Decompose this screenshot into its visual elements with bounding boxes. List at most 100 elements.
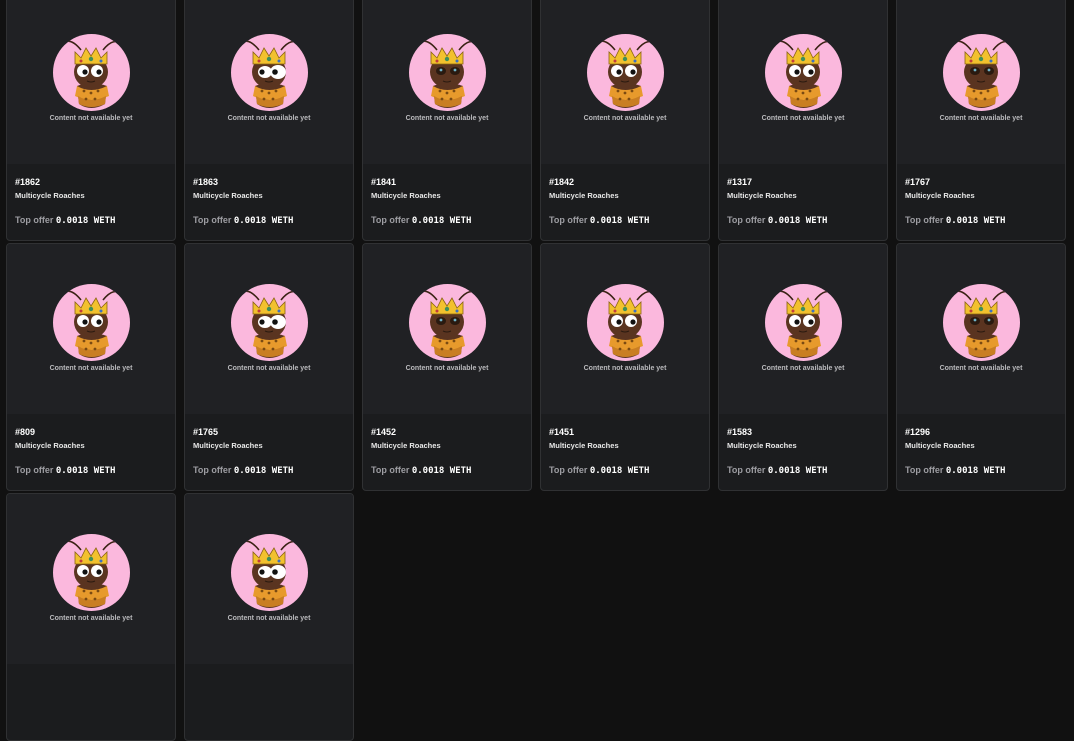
top-offer-price: 0.0018 WETH — [233, 466, 294, 476]
top-offer-label: Top offer — [15, 215, 54, 225]
nft-info — [185, 664, 353, 677]
content-unavailable-text: Content not available yet — [49, 365, 133, 372]
top-offer-label: Top offer — [727, 465, 766, 475]
nft-media[interactable]: Content not available yet — [7, 244, 175, 414]
collection-name: Multicycle Roaches — [549, 191, 619, 200]
top-offer: Top offer 0.0018 WETH — [15, 464, 167, 477]
nft-card[interactable]: Content not available yet #1862 Multicyc… — [6, 0, 176, 241]
top-offer: Top offer 0.0018 WETH — [727, 214, 879, 227]
roach-king-avatar-icon — [587, 284, 664, 361]
content-unavailable-text: Content not available yet — [405, 115, 489, 122]
nft-media[interactable]: Content not available yet — [897, 0, 1065, 164]
top-offer: Top offer 0.0018 WETH — [371, 214, 523, 227]
top-offer: Top offer 0.0018 WETH — [193, 464, 345, 477]
top-offer: Top offer 0.0018 WETH — [193, 214, 345, 227]
nft-media[interactable]: Content not available yet — [363, 0, 531, 164]
roach-king-avatar-icon — [231, 284, 308, 361]
roach-king-avatar-icon — [53, 34, 130, 111]
token-id: #1765 — [193, 427, 219, 437]
top-offer-price: 0.0018 WETH — [589, 216, 650, 226]
content-unavailable-text: Content not available yet — [227, 365, 311, 372]
nft-info: #1841 Multicycle Roaches Top offer 0.001… — [363, 164, 531, 227]
nft-card[interactable]: Content not available yet #1842 Multicyc… — [540, 0, 710, 241]
token-id: #1583 — [727, 427, 753, 437]
nft-info: #1583 Multicycle Roaches Top offer 0.001… — [719, 414, 887, 477]
nft-media[interactable]: Content not available yet — [541, 244, 709, 414]
top-offer-price: 0.0018 WETH — [589, 466, 650, 476]
content-unavailable-text: Content not available yet — [761, 365, 845, 372]
top-offer-label: Top offer — [371, 465, 410, 475]
content-unavailable-text: Content not available yet — [939, 115, 1023, 122]
nft-card[interactable]: Content not available yet #1583 Multicyc… — [718, 243, 888, 491]
top-offer-price: 0.0018 WETH — [411, 466, 472, 476]
top-offer: Top offer 0.0018 WETH — [371, 464, 523, 477]
content-unavailable-text: Content not available yet — [405, 365, 489, 372]
top-offer-label: Top offer — [15, 465, 54, 475]
top-offer: Top offer 0.0018 WETH — [549, 464, 701, 477]
top-offer-label: Top offer — [193, 215, 232, 225]
nft-card[interactable]: Content not available yet — [6, 493, 176, 741]
roach-king-avatar-icon — [409, 34, 486, 111]
nft-card[interactable]: Content not available yet — [184, 493, 354, 741]
collection-name: Multicycle Roaches — [371, 441, 441, 450]
nft-media[interactable]: Content not available yet — [719, 244, 887, 414]
nft-card[interactable]: Content not available yet #1296 Multicyc… — [896, 243, 1066, 491]
content-unavailable-text: Content not available yet — [761, 115, 845, 122]
top-offer-price: 0.0018 WETH — [411, 216, 472, 226]
content-unavailable-text: Content not available yet — [227, 115, 311, 122]
top-offer-price: 0.0018 WETH — [55, 216, 116, 226]
roach-king-avatar-icon — [943, 34, 1020, 111]
collection-name: Multicycle Roaches — [15, 191, 85, 200]
nft-card[interactable]: Content not available yet #809 Multicycl… — [6, 243, 176, 491]
collection-name: Multicycle Roaches — [193, 191, 263, 200]
nft-info: #1451 Multicycle Roaches Top offer 0.001… — [541, 414, 709, 477]
nft-media[interactable]: Content not available yet — [7, 494, 175, 664]
nft-media[interactable]: Content not available yet — [897, 244, 1065, 414]
nft-info: #1767 Multicycle Roaches Top offer 0.001… — [897, 164, 1065, 227]
nft-card[interactable]: Content not available yet #1317 Multicyc… — [718, 0, 888, 241]
nft-media[interactable]: Content not available yet — [185, 244, 353, 414]
roach-king-avatar-icon — [765, 34, 842, 111]
nft-card[interactable]: Content not available yet #1451 Multicyc… — [540, 243, 710, 491]
nft-info: #809 Multicycle Roaches Top offer 0.0018… — [7, 414, 175, 477]
top-offer-price: 0.0018 WETH — [767, 466, 828, 476]
collection-name: Multicycle Roaches — [193, 441, 263, 450]
content-unavailable-text: Content not available yet — [583, 115, 667, 122]
top-offer: Top offer 0.0018 WETH — [727, 464, 879, 477]
token-id: #1863 — [193, 177, 219, 187]
top-offer-price: 0.0018 WETH — [945, 466, 1006, 476]
token-id: #1317 — [727, 177, 753, 187]
nft-media[interactable]: Content not available yet — [7, 0, 175, 164]
top-offer-label: Top offer — [727, 215, 766, 225]
roach-king-avatar-icon — [53, 284, 130, 361]
token-id: #809 — [15, 427, 36, 437]
nft-media[interactable]: Content not available yet — [185, 0, 353, 164]
nft-grid: Content not available yet #1862 Multicyc… — [6, 0, 1066, 741]
nft-media[interactable]: Content not available yet — [363, 244, 531, 414]
nft-card[interactable]: Content not available yet #1767 Multicyc… — [896, 0, 1066, 241]
nft-card[interactable]: Content not available yet #1765 Multicyc… — [184, 243, 354, 491]
nft-card[interactable]: Content not available yet #1841 Multicyc… — [362, 0, 532, 241]
top-offer-label: Top offer — [549, 465, 588, 475]
top-offer: Top offer 0.0018 WETH — [905, 464, 1057, 477]
token-id: #1842 — [549, 177, 575, 187]
top-offer: Top offer 0.0018 WETH — [549, 214, 701, 227]
collection-name: Multicycle Roaches — [727, 191, 797, 200]
nft-media[interactable]: Content not available yet — [541, 0, 709, 164]
token-id: #1841 — [371, 177, 397, 187]
top-offer-label: Top offer — [371, 215, 410, 225]
nft-info: #1452 Multicycle Roaches Top offer 0.001… — [363, 414, 531, 477]
nft-card[interactable]: Content not available yet #1863 Multicyc… — [184, 0, 354, 241]
content-unavailable-text: Content not available yet — [49, 615, 133, 622]
nft-media[interactable]: Content not available yet — [719, 0, 887, 164]
collection-name: Multicycle Roaches — [905, 441, 975, 450]
content-unavailable-text: Content not available yet — [583, 365, 667, 372]
collection-name: Multicycle Roaches — [549, 441, 619, 450]
collection-name: Multicycle Roaches — [905, 191, 975, 200]
collection-name: Multicycle Roaches — [727, 441, 797, 450]
top-offer-label: Top offer — [549, 215, 588, 225]
top-offer-price: 0.0018 WETH — [233, 216, 294, 226]
top-offer: Top offer 0.0018 WETH — [15, 214, 167, 227]
nft-card[interactable]: Content not available yet #1452 Multicyc… — [362, 243, 532, 491]
nft-media[interactable]: Content not available yet — [185, 494, 353, 664]
